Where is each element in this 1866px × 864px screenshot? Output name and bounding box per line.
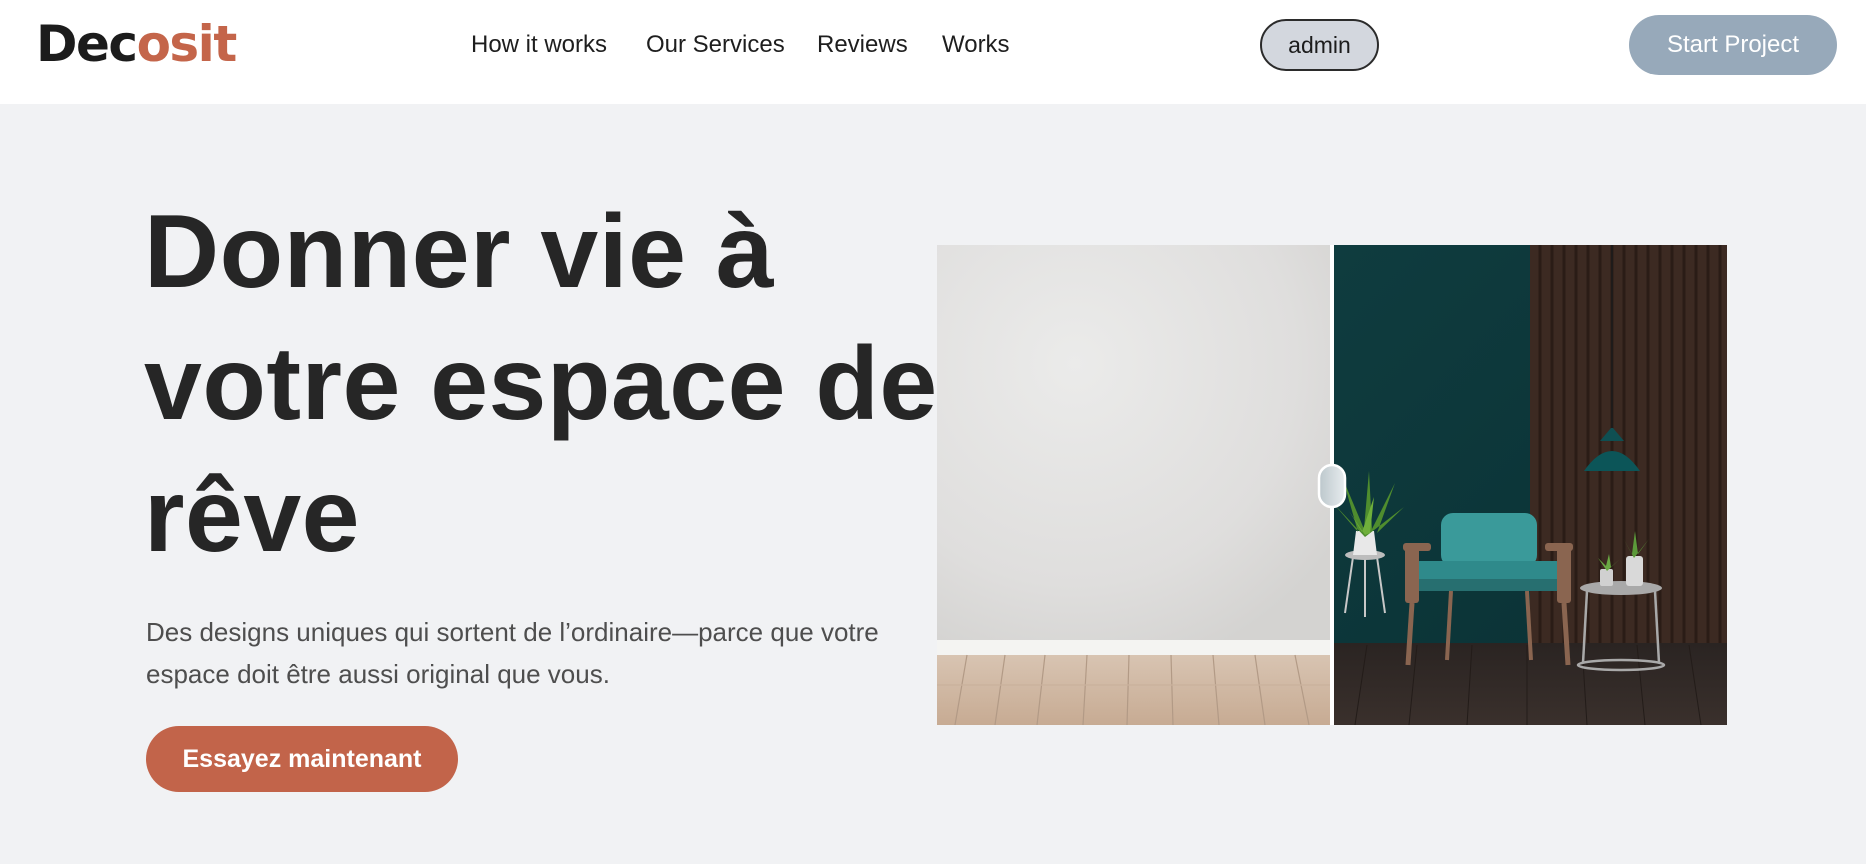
logo[interactable]: Decosit (36, 14, 238, 74)
nav-how-it-works[interactable]: How it works (471, 28, 607, 62)
start-project-button[interactable]: Start Project (1629, 15, 1837, 75)
hero-title: Donner vie à votre espace de rêve (144, 194, 938, 574)
logo-text-accent: osit (136, 15, 238, 73)
before-image (937, 245, 1332, 725)
nav-works[interactable]: Works (942, 28, 1010, 62)
nav-our-services[interactable]: Our Services (646, 28, 785, 62)
after-image (1332, 245, 1727, 725)
nav-reviews[interactable]: Reviews (817, 28, 908, 62)
slider-handle-icon[interactable] (1317, 463, 1347, 509)
admin-button[interactable]: admin (1260, 19, 1379, 71)
before-after-comparison[interactable] (937, 245, 1727, 725)
logo-text-dark: Dec (36, 15, 138, 73)
try-now-button[interactable]: Essayez maintenant (146, 726, 458, 792)
hero-subtitle: Des designs uniques qui sortent de l’ord… (146, 617, 879, 689)
top-navbar: Decosit How it works Our Services Review… (0, 0, 1866, 104)
